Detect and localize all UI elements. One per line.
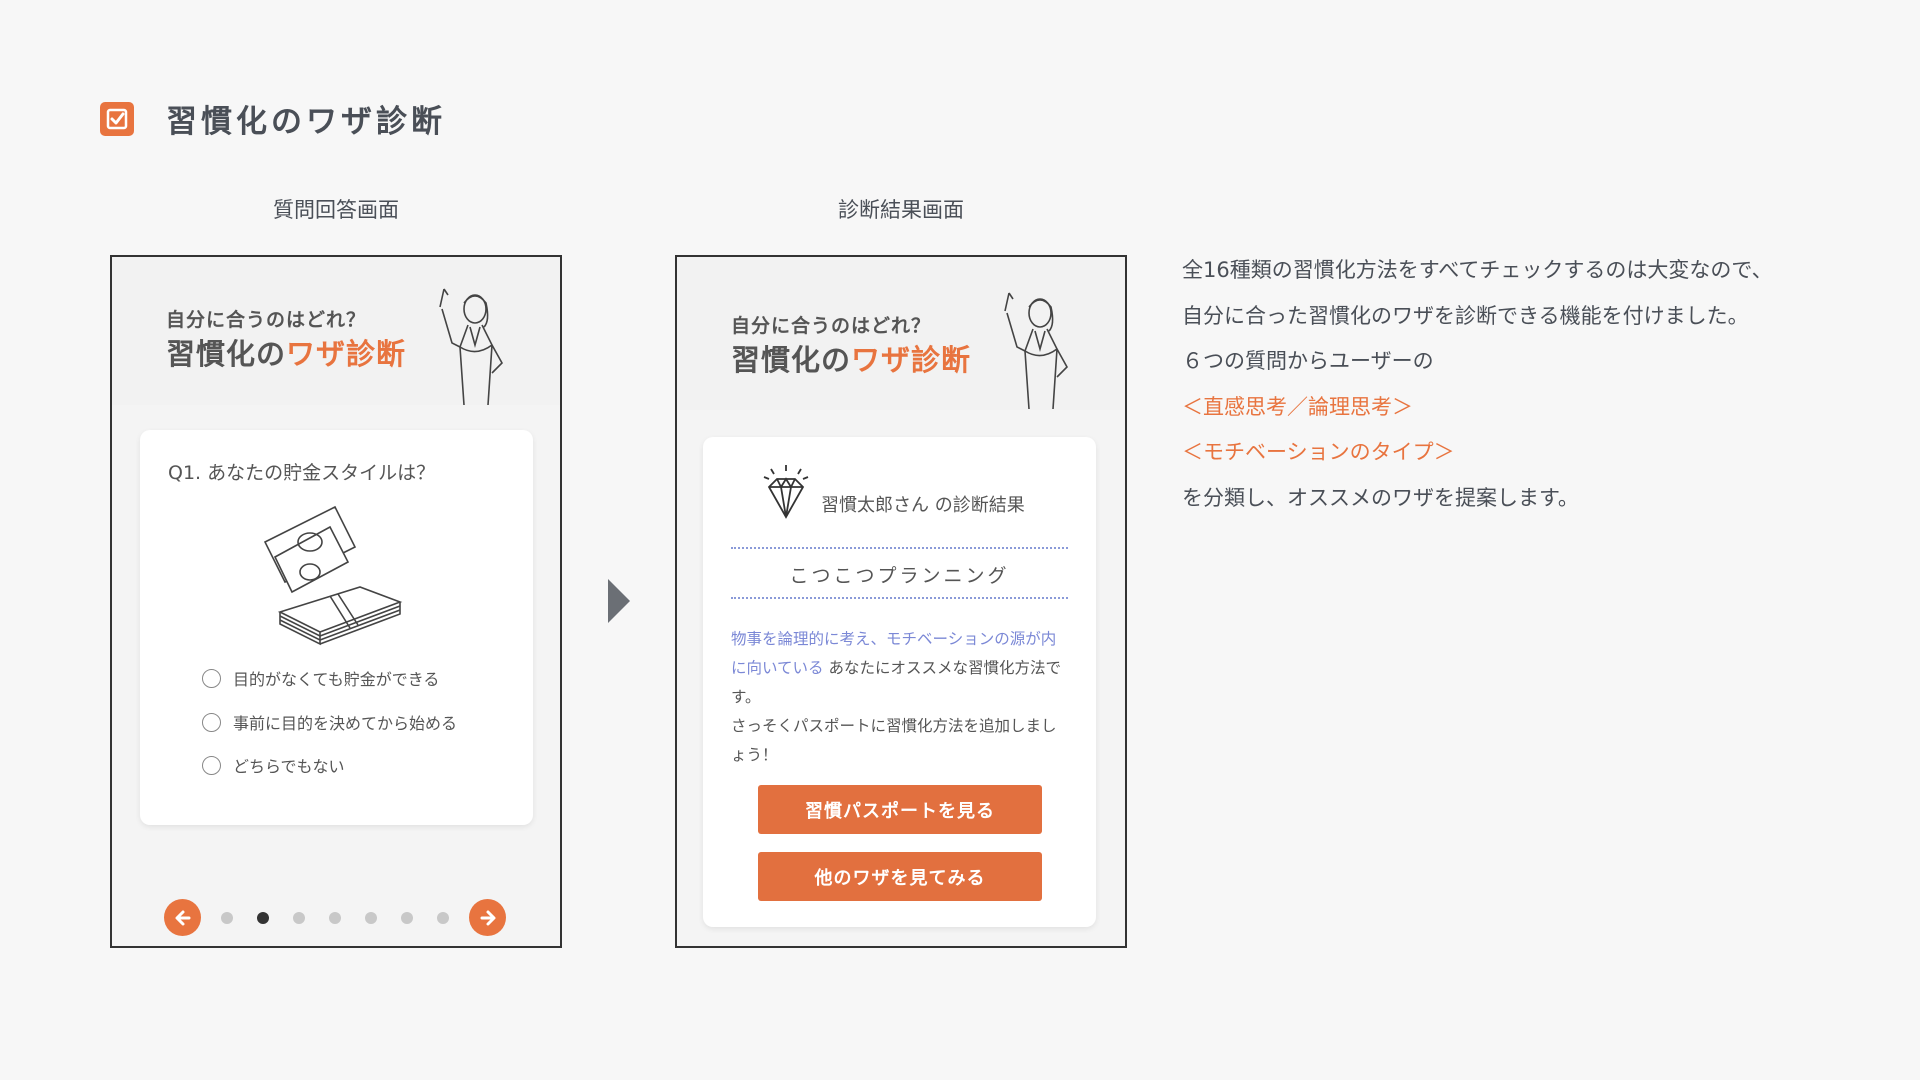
question-screen: 自分に合うのはどれ？ 習慣化のワザ診断 Q1. あなたの貯金スタイルは？ 目的が… — [110, 255, 562, 948]
result-screen: 自分に合うのはどれ？ 習慣化のワザ診断 習慣太郎さん の診断結果 こつこつプラン… — [675, 255, 1127, 948]
banner-title-b: ワザ診断 — [286, 337, 407, 371]
option-label: 目的がなくても貯金ができる — [233, 670, 440, 689]
explanation-line: ６つの質問からユーザーの — [1182, 349, 1434, 373]
result-title: 習慣太郎さん の診断結果 — [821, 495, 1025, 516]
banner-title-a: 習慣化の — [166, 337, 287, 371]
radio-button[interactable] — [202, 755, 221, 775]
explanation-line-highlight: ＜直感思考／論理思考＞ — [1182, 394, 1413, 419]
explanation-line: 自分に合った習慣化のワザを診断できる機能を付けました。 — [1182, 303, 1749, 328]
result-description: 物事を論理的に考え、モチベーションの源が内に向いている あなたにオススメな習慣化… — [731, 625, 1071, 770]
option-3[interactable]: どちらでもない — [202, 753, 345, 777]
question-text: Q1. あなたの貯金スタイルは？ — [168, 462, 436, 484]
radio-button[interactable] — [202, 712, 221, 732]
page-dot-active[interactable] — [257, 911, 269, 924]
explanation-line: 全16種類の習慣化方法をすべてチェックするのは大変なので、 — [1182, 258, 1773, 282]
diamond-icon — [761, 465, 811, 525]
view-passport-button[interactable]: 習慣パスポートを見る — [758, 785, 1042, 834]
page-dot[interactable] — [293, 911, 305, 924]
page-header: 習慣化のワザ診断 — [100, 96, 446, 141]
option-2[interactable]: 事前に目的を決めてから始める — [202, 710, 457, 734]
explanation-line: を分類し、オススメのワザを提案します。 — [1182, 485, 1579, 510]
banner-title: 習慣化のワザ診断 — [731, 337, 971, 379]
page-dot[interactable] — [365, 911, 377, 924]
banner-subtitle: 自分に合うのはどれ？ — [166, 309, 367, 331]
result-card: 習慣太郎さん の診断結果 こつこつプランニング 物事を論理的に考え、モチベーショ… — [703, 437, 1096, 927]
banner-subtitle: 自分に合うのはどれ？ — [731, 315, 932, 337]
arrow-left-icon[interactable] — [164, 899, 201, 936]
money-illustration — [260, 502, 410, 651]
divider — [731, 547, 1068, 549]
question-card: Q1. あなたの貯金スタイルは？ 目的がなくても貯金ができる 事前に目的を決めて… — [140, 430, 533, 825]
habit-type-name: こつこつプランニング — [789, 565, 1010, 587]
left-screen-label: 質問回答画面 — [273, 198, 399, 222]
option-label: どちらでもない — [233, 757, 345, 776]
banner-title-b: ワザ診断 — [851, 343, 972, 377]
radio-button[interactable] — [202, 668, 221, 688]
flow-arrow-icon — [608, 579, 630, 623]
page-dot[interactable] — [437, 911, 449, 924]
page-dots — [209, 911, 461, 924]
see-other-techniques-button[interactable]: 他のワザを見てみる — [758, 852, 1042, 901]
page-dot[interactable] — [221, 911, 233, 924]
banner-title: 習慣化のワザ診断 — [166, 331, 406, 373]
option-label: 事前に目的を決めてから始める — [233, 714, 458, 733]
businesswoman-illustration — [995, 291, 1085, 413]
arrow-right-icon[interactable] — [469, 899, 506, 936]
option-1[interactable]: 目的がなくても貯金ができる — [202, 666, 439, 690]
businesswoman-illustration — [430, 287, 520, 409]
explanation-line-highlight: ＜モチベーションのタイプ＞ — [1182, 440, 1455, 464]
banner: 自分に合うのはどれ？ 習慣化のワザ診断 — [112, 257, 560, 406]
page-dot[interactable] — [401, 911, 413, 924]
check-square-icon — [100, 101, 134, 136]
explanation-text: 全16種類の習慣化方法をすべてチェックするのは大変なので、 自分に合った習慣化の… — [1182, 248, 1773, 521]
right-screen-label: 診断結果画面 — [838, 198, 964, 222]
banner: 自分に合うのはどれ？ 習慣化のワザ診断 — [677, 257, 1125, 410]
pager — [164, 899, 506, 936]
description-text-2: さっそくパスポートに習慣化方法を追加しましょう！ — [731, 717, 1057, 764]
page-dot[interactable] — [329, 911, 341, 924]
divider — [731, 597, 1068, 599]
banner-title-a: 習慣化の — [731, 343, 852, 377]
page-title: 習慣化のワザ診断 — [166, 104, 446, 140]
